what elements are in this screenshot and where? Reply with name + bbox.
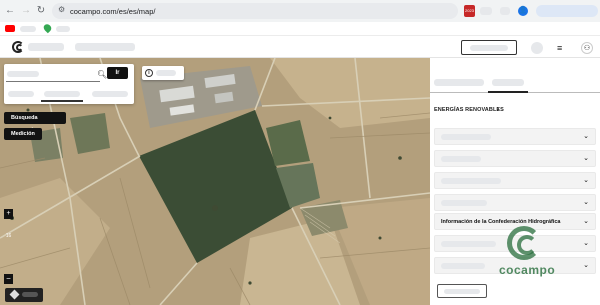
info-icon[interactable]: i bbox=[145, 69, 153, 77]
search-icon[interactable]: 🔍︎ bbox=[97, 70, 107, 79]
measure-button[interactable]: Medición bbox=[4, 128, 42, 140]
zoom-in-button[interactable]: + bbox=[4, 209, 13, 219]
progressive-search-button[interactable]: Búsqueda progresiva bbox=[4, 112, 66, 133]
chevron-down-icon: ⌄ bbox=[583, 177, 589, 184]
accordion-item[interactable]: ⌄ bbox=[434, 172, 596, 189]
chevron-down-icon: ⌄ bbox=[583, 240, 589, 247]
bookmark-label[interactable] bbox=[56, 26, 70, 32]
cocampo-logo-inner-icon bbox=[16, 44, 23, 51]
browser-menu-pill[interactable] bbox=[536, 5, 598, 17]
accordion-label bbox=[441, 134, 491, 140]
extension-placeholder[interactable] bbox=[500, 7, 510, 15]
search-tab-indicator bbox=[41, 100, 83, 102]
side-panel-tab-active[interactable] bbox=[492, 79, 524, 86]
watermark-text: cocampo bbox=[499, 263, 556, 277]
info-chip-label bbox=[156, 70, 176, 76]
url-text[interactable]: cocampo.com/es/es/map/ bbox=[70, 7, 155, 16]
side-panel-tab-indicator bbox=[488, 91, 528, 93]
user-icon[interactable]: ⚇ bbox=[581, 42, 593, 54]
search-tab[interactable] bbox=[92, 91, 128, 97]
bookmark-label[interactable] bbox=[20, 26, 36, 32]
chevron-down-icon: ⌄ bbox=[583, 262, 589, 269]
section-title-renewables[interactable]: ENERGÍAS RENOVABLES bbox=[434, 107, 504, 113]
header-action-button[interactable] bbox=[461, 40, 517, 55]
logo-wordmark[interactable] bbox=[28, 43, 64, 51]
menu-icon[interactable]: ≡ bbox=[557, 43, 562, 53]
accordion-item[interactable]: ⌄ bbox=[434, 194, 596, 211]
site-info-icon[interactable]: ⚙ bbox=[58, 5, 65, 14]
search-go-button[interactable]: Ir bbox=[107, 67, 128, 79]
accordion-label bbox=[441, 156, 481, 162]
accordion-label bbox=[441, 200, 487, 206]
accordion-label bbox=[441, 241, 496, 247]
back-icon[interactable]: ← bbox=[3, 4, 17, 18]
search-input[interactable] bbox=[7, 71, 39, 77]
profile-icon[interactable]: 👤 bbox=[518, 6, 528, 16]
accordion-label: Información de la Confederación Hidrográ… bbox=[441, 219, 561, 225]
search-tab-active[interactable] bbox=[44, 91, 80, 97]
watermark-logo-inner-icon bbox=[517, 235, 537, 255]
zoom-out-button[interactable]: − bbox=[4, 274, 13, 284]
bookmarks-bar bbox=[0, 22, 600, 36]
chevron-down-icon: ⌄ bbox=[583, 199, 589, 206]
side-panel-footer-button[interactable] bbox=[437, 284, 487, 298]
chevron-down-icon: ⌄ bbox=[583, 218, 589, 225]
reload-icon[interactable]: ↻ bbox=[34, 4, 48, 18]
extension-icon[interactable]: 2023 bbox=[464, 5, 475, 17]
header-icon-placeholder[interactable] bbox=[531, 42, 543, 54]
zoom-level: 16 bbox=[5, 233, 12, 239]
chevron-right-icon[interactable]: › bbox=[497, 106, 499, 113]
chevron-down-icon: ⌄ bbox=[583, 133, 589, 140]
accordion-item[interactable]: ⌄ bbox=[434, 150, 596, 167]
search-input-underline bbox=[6, 81, 100, 82]
accordion-label bbox=[441, 178, 501, 184]
footer-button-label bbox=[444, 289, 480, 294]
accordion-item[interactable]: ⌄ bbox=[434, 128, 596, 145]
header-nav-item[interactable] bbox=[75, 43, 135, 51]
search-tab[interactable] bbox=[8, 91, 34, 97]
accordion-label bbox=[441, 263, 485, 269]
header-action-label bbox=[470, 45, 508, 51]
chevron-down-icon: ⌄ bbox=[583, 155, 589, 162]
forward-icon[interactable]: → bbox=[19, 4, 33, 18]
extension-placeholder[interactable] bbox=[480, 7, 492, 15]
youtube-bookmark-icon[interactable] bbox=[5, 25, 15, 32]
side-panel-tab[interactable] bbox=[434, 79, 484, 86]
layers-label bbox=[22, 292, 38, 297]
